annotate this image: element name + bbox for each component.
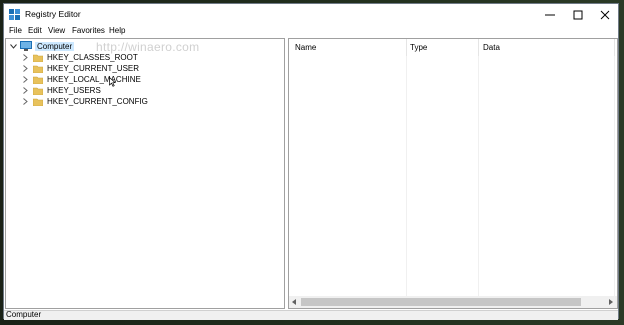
tree-item-hkey-current-config[interactable]: HKEY_CURRENT_CONFIG bbox=[21, 96, 148, 107]
column-divider[interactable] bbox=[406, 39, 407, 56]
scroll-right-icon[interactable] bbox=[609, 299, 614, 305]
column-divider[interactable] bbox=[614, 39, 615, 56]
chevron-right-icon[interactable] bbox=[21, 63, 30, 74]
column-guide-line bbox=[614, 56, 615, 296]
mouse-cursor-icon bbox=[109, 77, 116, 87]
registry-editor-window: Registry Editor File Edit View Favorites… bbox=[3, 3, 619, 320]
tree-item-label: HKEY_CURRENT_CONFIG bbox=[47, 97, 148, 106]
folder-icon bbox=[33, 65, 43, 73]
window-title: Registry Editor bbox=[25, 9, 81, 19]
scrollbar-thumb[interactable] bbox=[301, 298, 581, 306]
chevron-right-icon[interactable] bbox=[21, 85, 30, 96]
tree-item-label: Computer bbox=[35, 42, 75, 51]
column-guide-line bbox=[406, 56, 407, 296]
column-header-data[interactable]: Data bbox=[483, 39, 500, 56]
folder-icon bbox=[33, 76, 43, 84]
tree-item-hkey-local-machine[interactable]: HKEY_LOCAL_MACHINE bbox=[21, 74, 141, 85]
tree-item-computer[interactable]: Computer bbox=[9, 40, 75, 53]
values-list-pane[interactable]: Name Type Data bbox=[288, 38, 618, 309]
scroll-left-icon[interactable] bbox=[292, 299, 297, 305]
chevron-right-icon[interactable] bbox=[21, 74, 30, 85]
menu-bar: File Edit View Favorites Help bbox=[4, 25, 618, 38]
tree-item-hkey-users[interactable]: HKEY_USERS bbox=[21, 85, 101, 96]
computer-icon bbox=[20, 40, 32, 53]
column-header-name[interactable]: Name bbox=[295, 39, 316, 56]
column-header-type[interactable]: Type bbox=[410, 39, 427, 56]
folder-icon bbox=[33, 87, 43, 95]
close-button[interactable] bbox=[590, 4, 620, 25]
chevron-right-icon[interactable] bbox=[21, 96, 30, 107]
chevron-down-icon[interactable] bbox=[9, 41, 18, 52]
tree-item-label: HKEY_CURRENT_USER bbox=[47, 64, 140, 73]
tree-item-hkey-current-user[interactable]: HKEY_CURRENT_USER bbox=[21, 63, 139, 74]
registry-editor-app-icon bbox=[9, 9, 20, 20]
menu-favorites[interactable]: Favorites bbox=[72, 26, 105, 35]
tree-item-label: HKEY_LOCAL_MACHINE bbox=[47, 75, 141, 84]
key-tree-pane[interactable]: Computer HKEY_CLASSES_ROOT HKEY_CURRENT_… bbox=[5, 38, 285, 309]
chevron-right-icon[interactable] bbox=[21, 52, 30, 63]
maximize-icon bbox=[573, 10, 583, 19]
folder-icon bbox=[33, 98, 43, 106]
watermark: http://winaero.com bbox=[96, 40, 200, 54]
maximize-button[interactable] bbox=[563, 4, 593, 25]
tree-item-label: HKEY_CLASSES_ROOT bbox=[47, 53, 138, 62]
column-divider[interactable] bbox=[478, 39, 479, 56]
tree-item-label: HKEY_USERS bbox=[47, 86, 101, 95]
status-path: Computer bbox=[6, 310, 42, 319]
menu-help[interactable]: Help bbox=[109, 26, 125, 35]
minimize-button[interactable] bbox=[535, 4, 565, 25]
horizontal-scrollbar[interactable] bbox=[289, 296, 617, 308]
title-bar[interactable]: Registry Editor bbox=[4, 4, 618, 25]
menu-view[interactable]: View bbox=[48, 26, 65, 35]
folder-icon bbox=[33, 54, 43, 62]
close-icon bbox=[600, 10, 610, 19]
menu-edit[interactable]: Edit bbox=[28, 26, 42, 35]
column-guide-line bbox=[478, 56, 479, 296]
minimize-icon bbox=[545, 14, 555, 15]
menu-file[interactable]: File bbox=[9, 26, 22, 35]
status-bar: Computer bbox=[4, 310, 618, 320]
